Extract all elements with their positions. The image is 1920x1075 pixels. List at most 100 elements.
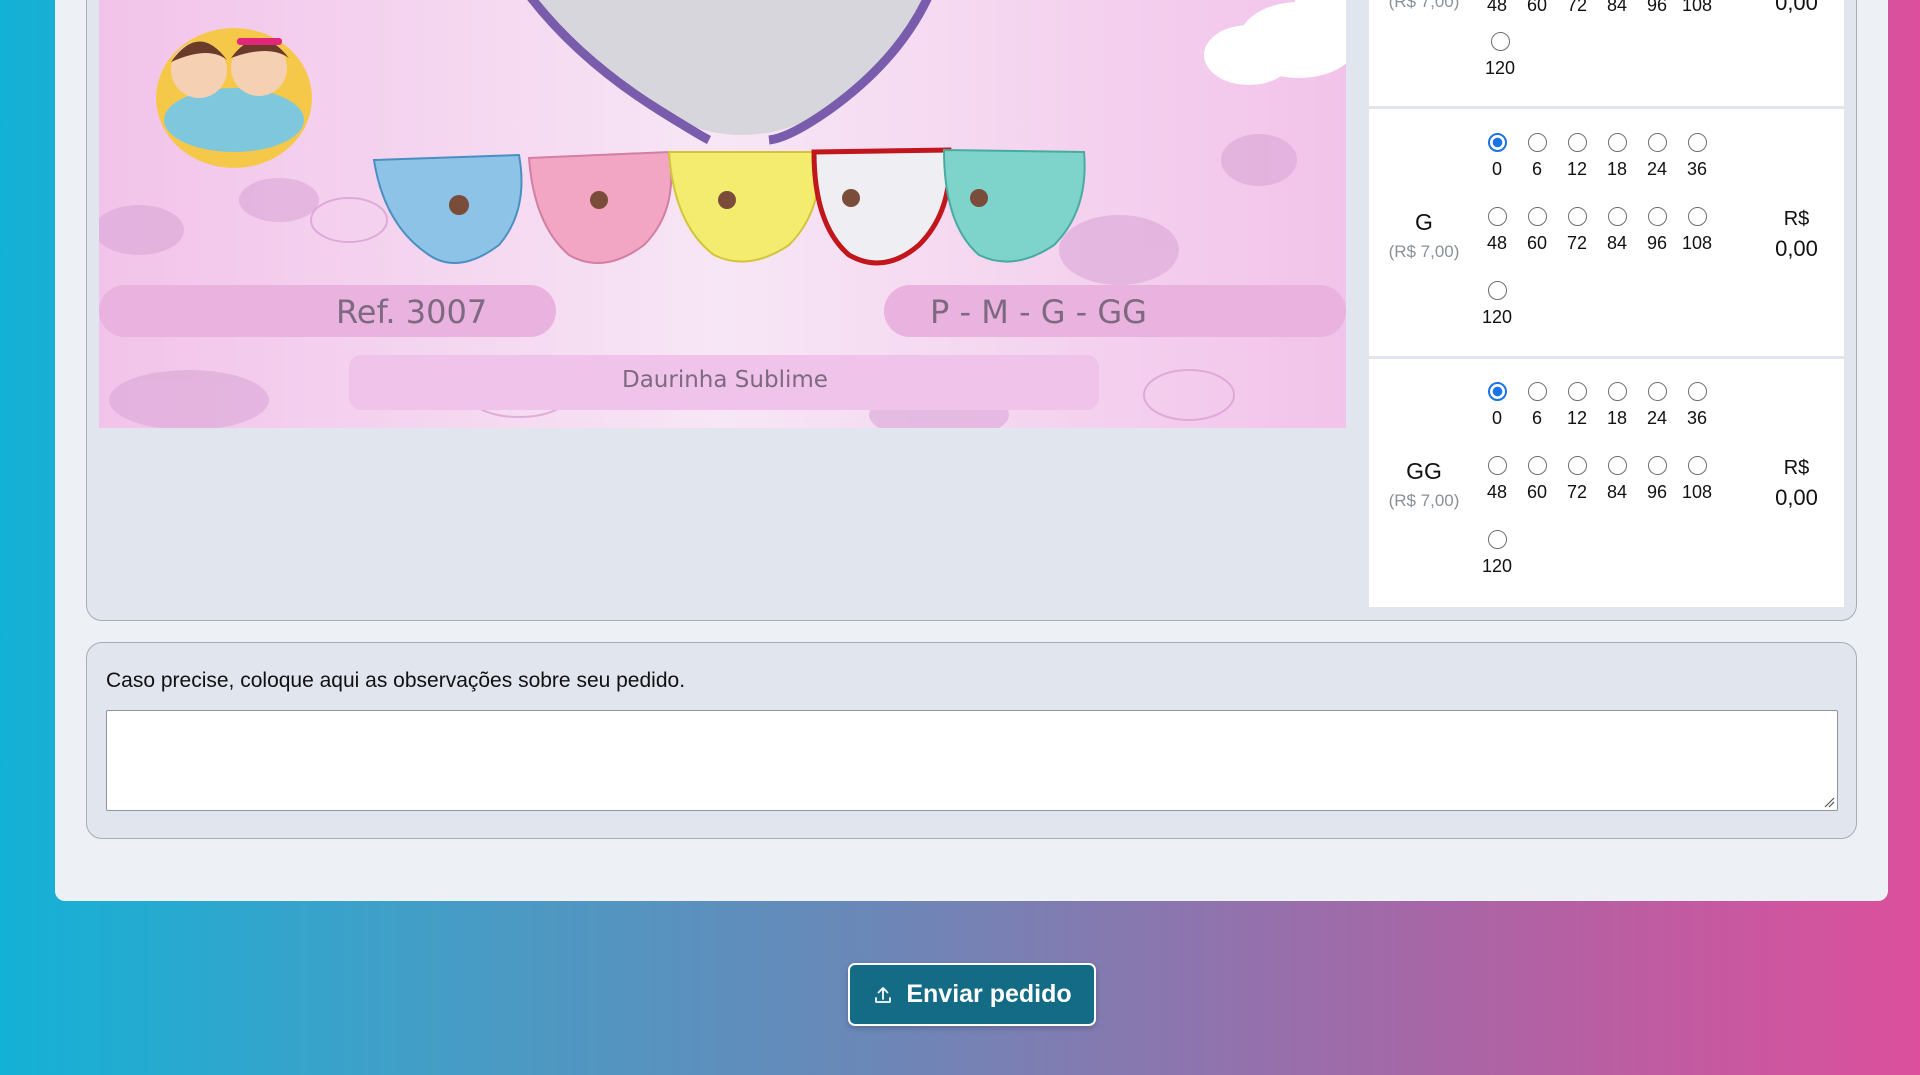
quantity-option[interactable]: 96 [1637, 0, 1677, 16]
product-image [99, 0, 1346, 428]
quantity-radio[interactable] [1607, 456, 1627, 475]
quantity-option[interactable]: 60 [1517, 456, 1557, 503]
quantity-option[interactable]: 84 [1597, 0, 1637, 16]
size-price: (R$ 7,00) [1388, 0, 1460, 11]
quantity-option[interactable]: 6 [1517, 133, 1557, 180]
quantity-radio[interactable] [1687, 382, 1707, 401]
quantity-option[interactable]: 24 [1637, 133, 1677, 180]
quantity-option[interactable]: 12 [1557, 382, 1597, 429]
submit-order-button[interactable]: Enviar pedido [848, 963, 1096, 1026]
notes-textarea[interactable] [106, 710, 1838, 811]
quantity-option[interactable]: 96 [1637, 456, 1677, 503]
resize-grip-icon[interactable] [1823, 796, 1835, 808]
product-ref-label: Ref. 3007 [336, 293, 488, 331]
quantity-radio[interactable] [1527, 207, 1547, 226]
quantity-label: 96 [1646, 233, 1668, 253]
notes-label: Caso precise, coloque aqui as observaçõe… [106, 669, 686, 692]
quantity-label: 60 [1526, 482, 1548, 502]
row-total-amount: 0,00 [1775, 485, 1818, 510]
quantity-radio[interactable] [1647, 207, 1667, 226]
quantity-option[interactable]: 120 [1480, 32, 1520, 79]
quantity-option[interactable]: 108 [1677, 456, 1717, 503]
quantity-option[interactable]: 48 [1477, 456, 1517, 503]
quantity-label: 120 [1481, 307, 1513, 327]
quantity-label: 12 [1566, 159, 1588, 179]
quantity-option[interactable]: 72 [1557, 0, 1597, 16]
quantity-option[interactable]: 0 [1477, 382, 1517, 429]
quantity-option[interactable]: 36 [1677, 133, 1717, 180]
row-total: R$ 0,00 [1749, 453, 1844, 513]
quantity-option[interactable]: 72 [1557, 207, 1597, 254]
quantity-option[interactable]: 24 [1637, 382, 1677, 429]
quantity-radio[interactable] [1567, 382, 1587, 401]
quantity-radio[interactable] [1687, 456, 1707, 475]
quantity-radio[interactable] [1647, 133, 1667, 152]
quantity-label: 108 [1681, 482, 1713, 502]
quantity-radio[interactable] [1490, 32, 1510, 51]
quantity-radio[interactable] [1487, 207, 1507, 226]
quantity-radio[interactable] [1567, 456, 1587, 475]
quantity-radio[interactable] [1607, 207, 1627, 226]
quantity-label: 48 [1486, 482, 1508, 502]
quantity-option[interactable]: 60 [1517, 207, 1557, 254]
quantity-option[interactable]: 108 [1677, 207, 1717, 254]
quantity-label: 84 [1606, 233, 1628, 253]
quantity-option[interactable]: 48 [1477, 0, 1517, 16]
quantity-radio[interactable] [1487, 456, 1507, 475]
row-total: 0,00 [1749, 0, 1844, 19]
quantity-radio[interactable] [1607, 133, 1627, 152]
quantity-radio[interactable] [1487, 530, 1507, 549]
quantity-option[interactable]: 60 [1517, 0, 1557, 16]
quantity-label: 108 [1681, 233, 1713, 253]
size-row-partial: (R$ 7,00) 48 60 72 84 96 108 120 0,00 [1369, 0, 1844, 109]
quantity-radio[interactable] [1647, 456, 1667, 475]
quantity-label: 24 [1646, 408, 1668, 428]
quantity-radio[interactable] [1607, 382, 1627, 401]
notes-panel: Caso precise, coloque aqui as observaçõe… [86, 642, 1857, 839]
quantity-radio[interactable] [1527, 133, 1547, 152]
quantity-option[interactable]: 18 [1597, 382, 1637, 429]
product-sizes-label: P - M - G - GG [930, 293, 1147, 331]
quantity-option[interactable]: 18 [1597, 133, 1637, 180]
quantity-label: 60 [1526, 0, 1548, 15]
quantity-radio[interactable] [1687, 133, 1707, 152]
quantity-label: 96 [1646, 482, 1668, 502]
quantity-radio[interactable] [1687, 207, 1707, 226]
row-total-currency: R$ [1783, 457, 1810, 479]
quantity-label: 84 [1606, 0, 1628, 15]
quantity-option[interactable]: 96 [1637, 207, 1677, 254]
quantity-option[interactable]: 48 [1477, 207, 1517, 254]
quantity-option[interactable]: 120 [1477, 530, 1517, 577]
quantity-label: 0 [1491, 159, 1502, 179]
quantity-option[interactable]: 0 [1477, 133, 1517, 180]
row-total-amount: 0,00 [1775, 236, 1818, 261]
quantity-radio[interactable] [1487, 133, 1507, 152]
quantity-option[interactable]: 84 [1597, 207, 1637, 254]
quantity-radio[interactable] [1647, 382, 1667, 401]
quantity-option[interactable]: 36 [1677, 382, 1717, 429]
quantity-radio[interactable] [1527, 456, 1547, 475]
quantity-radio[interactable] [1527, 382, 1547, 401]
size-name: GG [1406, 458, 1442, 484]
quantity-option[interactable]: 12 [1557, 133, 1597, 180]
quantity-label: 72 [1566, 0, 1588, 15]
quantity-label: 18 [1606, 159, 1628, 179]
quantity-label: 108 [1681, 0, 1713, 15]
brand-logo [156, 28, 312, 168]
quantity-label: 48 [1486, 0, 1508, 15]
quantity-label: 60 [1526, 233, 1548, 253]
quantity-option[interactable]: 108 [1677, 0, 1717, 16]
quantity-option[interactable]: 6 [1517, 382, 1557, 429]
upload-icon [875, 986, 892, 1003]
size-price: (R$ 7,00) [1388, 491, 1460, 510]
quantity-radio[interactable] [1567, 207, 1587, 226]
quantity-option[interactable]: 72 [1557, 456, 1597, 503]
quantity-radio[interactable] [1487, 281, 1507, 300]
quantity-option[interactable]: 120 [1477, 281, 1517, 328]
quantity-label: 0 [1491, 408, 1502, 428]
row-total-amount: 0,00 [1775, 0, 1818, 15]
quantity-radio[interactable] [1567, 133, 1587, 152]
quantity-option[interactable]: 84 [1597, 456, 1637, 503]
quantity-radio[interactable] [1487, 382, 1507, 401]
size-row-g: G (R$ 7,00) 0 6 12 18 24 36 48 60 72 84 96 108 120 R… [1369, 109, 1844, 359]
